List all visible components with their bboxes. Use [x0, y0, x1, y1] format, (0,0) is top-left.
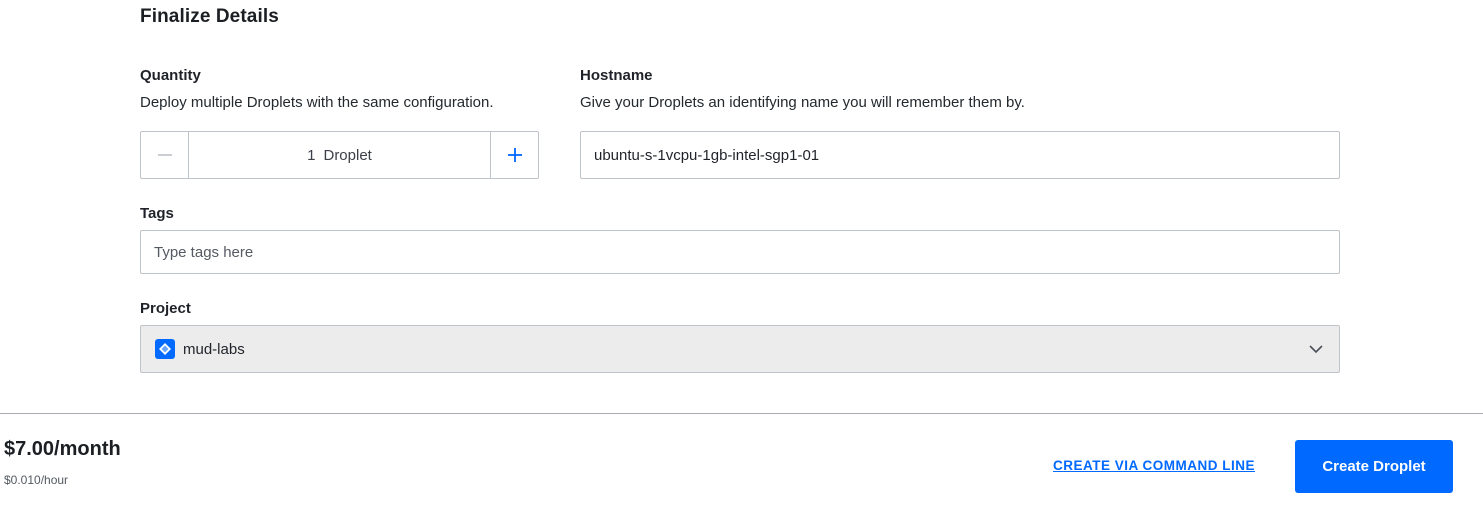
project-diamond-icon: [155, 339, 175, 359]
minus-icon: [157, 154, 172, 156]
project-select[interactable]: mud-labs: [140, 325, 1340, 373]
hostname-input[interactable]: ubuntu-s-1vcpu-1gb-intel-sgp1-01: [580, 131, 1340, 179]
create-droplet-button[interactable]: Create Droplet: [1295, 440, 1453, 493]
quantity-label: Quantity: [140, 67, 201, 84]
plus-icon: [507, 148, 522, 162]
quantity-display: 1 Droplet: [189, 132, 490, 178]
project-label: Project: [140, 300, 191, 317]
quantity-help: Deploy multiple Droplets with the same c…: [140, 94, 494, 111]
section-title: Finalize Details: [140, 6, 279, 27]
decrement-button[interactable]: [141, 132, 189, 178]
quantity-stepper: 1 Droplet: [140, 131, 539, 179]
hostname-label: Hostname: [580, 67, 653, 84]
project-selected-value: mud-labs: [183, 340, 245, 358]
chevron-down-icon: [1309, 345, 1323, 354]
finalize-details-page: Finalize Details Quantity Deploy multipl…: [0, 0, 1483, 524]
tags-label: Tags: [140, 205, 174, 222]
quantity-unit: Droplet: [323, 146, 372, 164]
price-per-hour: $0.010/hour: [4, 473, 69, 487]
tags-input[interactable]: Type tags here: [140, 230, 1340, 274]
footer-divider: [0, 413, 1483, 414]
create-via-command-line-link[interactable]: CREATE VIA COMMAND LINE: [1053, 458, 1255, 473]
price-per-month: $7.00/month: [4, 438, 121, 460]
increment-button[interactable]: [490, 132, 538, 178]
quantity-value: 1: [307, 146, 316, 164]
hostname-help: Give your Droplets an identifying name y…: [580, 94, 1025, 111]
